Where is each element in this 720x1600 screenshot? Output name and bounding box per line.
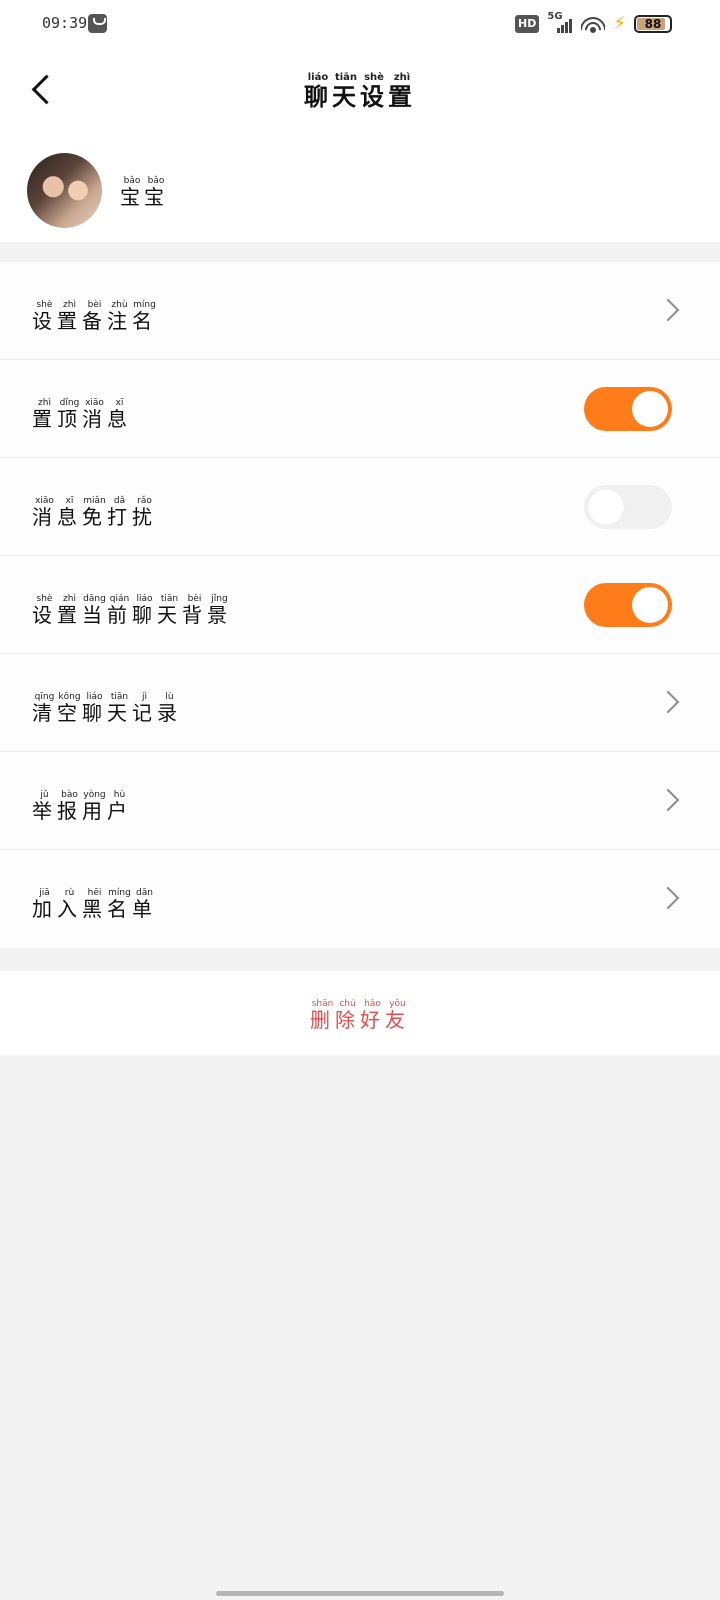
setting-label-mute-notifications: 消xiāo息xī免miǎn打dǎ扰rǎo <box>32 496 157 529</box>
wifi-icon <box>581 15 606 33</box>
delete-friend-text: 删shān除chú好hǎo友yǒu <box>310 999 410 1032</box>
setting-row-add-blacklist[interactable]: 加jiā入rù黑hēi名míng单dān <box>0 850 720 948</box>
network-type: 5G <box>547 11 563 22</box>
setting-row-chat-background[interactable]: 设shè置zhì当dāng前qián聊liáo天tiān背bèi景jǐng <box>0 556 720 654</box>
setting-row-clear-history[interactable]: 清qīng空kōng聊liáo天tiān记jì录lù <box>0 654 720 752</box>
status-bar: 09:39 HD 5G ⚡ 88 <box>0 0 720 48</box>
cellular-signal-icon: 5G <box>547 11 573 35</box>
battery-percent: 88 <box>644 17 662 31</box>
profile-card[interactable]: 宝bǎo宝bǎo <box>0 138 720 242</box>
setting-label-clear-history: 清qīng空kōng聊liáo天tiān记jì录lù <box>32 692 182 725</box>
chevron-right-icon <box>656 788 680 812</box>
charging-icon: ⚡ <box>613 13 626 34</box>
delete-friend-button[interactable]: 删shān除chú好hǎo友yǒu <box>0 971 720 1055</box>
setting-label-pin-chat: 置zhì顶dǐng消xiāo息xī <box>32 398 132 431</box>
battery-icon: 88 <box>634 15 672 33</box>
toggle-knob <box>632 391 668 427</box>
toggle-knob <box>632 587 668 623</box>
setting-row-set-remark[interactable]: 设shè置zhì备bèi注zhù名míng <box>0 262 720 360</box>
toggle-knob <box>588 489 624 525</box>
chevron-right-icon <box>656 690 680 714</box>
setting-row-pin-chat[interactable]: 置zhì顶dǐng消xiāo息xī <box>0 360 720 458</box>
profile-name: 宝bǎo宝bǎo <box>120 176 168 209</box>
page-title: 聊liáo天tiān设shè置zhì <box>0 72 720 112</box>
status-indicators: HD 5G ⚡ 88 <box>515 11 672 36</box>
page-title-text: 聊liáo天tiān设shè置zhì <box>304 72 416 111</box>
setting-label-report-user: 举jǔ报bào用yòng户hù <box>32 790 132 823</box>
avatar[interactable] <box>27 153 102 228</box>
toggle-chat-background[interactable] <box>584 583 672 627</box>
home-indicator[interactable] <box>216 1591 504 1596</box>
header: 聊liáo天tiān设shè置zhì <box>0 48 720 138</box>
status-time: 09:39 <box>42 14 88 32</box>
chevron-right-icon <box>656 298 680 322</box>
hd-icon: HD <box>515 15 540 33</box>
toggle-pin-chat[interactable] <box>584 387 672 431</box>
notification-icon <box>88 14 107 33</box>
setting-label-chat-background: 设shè置zhì当dāng前qián聊liáo天tiān背bèi景jǐng <box>32 594 232 627</box>
chevron-right-icon <box>656 886 680 910</box>
setting-label-add-blacklist: 加jiā入rù黑hēi名míng单dān <box>32 888 157 921</box>
settings-list: 设shè置zhì备bèi注zhù名míng 置zhì顶dǐng消xiāo息xī 消x… <box>0 262 720 948</box>
setting-row-mute-notifications[interactable]: 消xiāo息xī免miǎn打dǎ扰rǎo <box>0 458 720 556</box>
setting-row-report-user[interactable]: 举jǔ报bào用yòng户hù <box>0 752 720 850</box>
toggle-mute-notifications[interactable] <box>584 485 672 529</box>
delete-friend-label: 删shān除chú好hǎo友yǒu <box>0 999 720 1033</box>
setting-label-set-remark: 设shè置zhì备bèi注zhù名míng <box>32 300 157 333</box>
